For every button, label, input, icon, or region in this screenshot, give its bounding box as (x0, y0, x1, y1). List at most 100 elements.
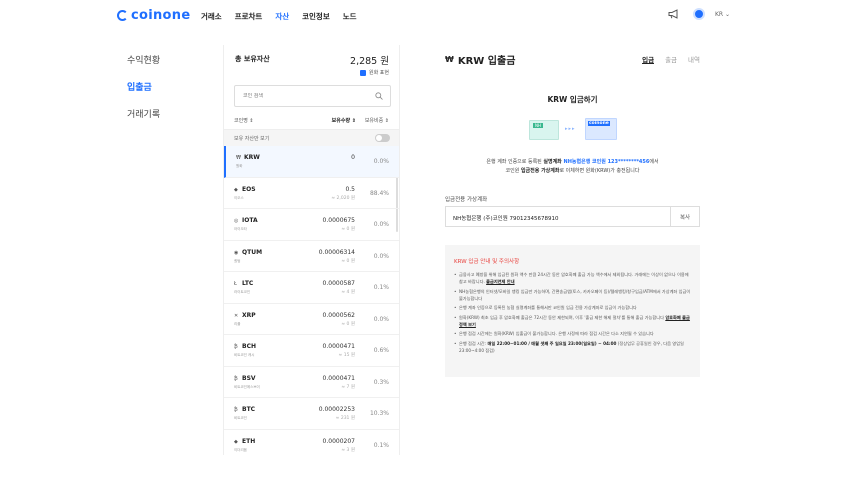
desc-text: 로 이체하면 원화(KRW)가 충전됩니다 (559, 168, 640, 174)
notice-box: KRW 입금 안내 및 주의사항 금융사고 예방을 위해 입금된 원화 액수 만… (445, 245, 700, 377)
holdings-only-toggle[interactable] (375, 134, 390, 142)
total-assets-label: 총 보유자산 (235, 55, 270, 63)
coinone-logo[interactable]: coinone (117, 8, 190, 23)
coin-search-input[interactable] (243, 93, 363, 99)
coin-balance: 0 (351, 154, 355, 161)
virtual-account-field[interactable]: NH농협은행 (주)코인원 79012345678910 (445, 206, 672, 227)
coin-balance: 0.0000207 (322, 437, 355, 445)
nav-assets[interactable]: 자산 (275, 11, 289, 22)
xrp-icon: ✕ (234, 312, 239, 319)
deposit-tabs: 입금 출금 내역 (631, 54, 700, 64)
coin-row-eos[interactable]: ◆ EOS 이오스 0.5 ≈ 2,020 원 88.4% (224, 178, 399, 209)
deposit-title: KRW 입금하기 (547, 95, 598, 104)
coin-balance: 0.0000587 (322, 280, 355, 287)
coinone-card-icon: coinone (585, 118, 617, 140)
coin-symbol: BSV (242, 374, 256, 382)
avatar[interactable] (692, 8, 705, 20)
desc-line-2: 코인원 입금전용 가상계좌로 이체하면 원화(KRW)가 충전됩니다 (445, 167, 700, 176)
coin-symbol: LTC (242, 280, 254, 287)
coin-row-ltc[interactable]: Ł LTC 라이트코인 0.0000587 ≈ 4 원 0.1% (224, 272, 399, 304)
coin-balance: 0.0000675 (322, 217, 355, 224)
coin-ratio: 0.1% (373, 441, 389, 449)
coin-row-xrp[interactable]: ✕ XRP 리플 0.0000562 ≈ 0 원 0.0% (224, 304, 399, 335)
menu-deposit-withdraw[interactable]: 입출금 (127, 80, 160, 93)
logo-text: coinone (131, 8, 191, 23)
menu-profit[interactable]: 수익현황 (127, 53, 160, 66)
menu-trade-history[interactable]: 거래기록 (127, 107, 160, 120)
sort-ratio[interactable]: 보유비중 ⇕ (365, 117, 389, 124)
coin-search (234, 85, 391, 107)
krw-conversion-checkbox[interactable]: 원화 표현 (360, 69, 389, 76)
tab-deposit[interactable]: 입금 (642, 54, 655, 64)
coin-name: 리플 (234, 321, 241, 326)
coin-symbol: BTC (242, 406, 256, 413)
coin-ratio: 0.0% (373, 158, 389, 165)
tab-history[interactable]: 내역 (688, 54, 700, 64)
coin-row-krw[interactable]: ₩ KRW 원화 0 0.0% (224, 146, 399, 178)
sort-coin-name[interactable]: 코인명 ⇕ (234, 117, 254, 124)
notice-item: 은행 계좌 인증으로 등록된 농협 실명계좌를 통해서만 코인원 입금 전용 가… (454, 304, 691, 311)
coin-krw-value: ≈ 0 원 (341, 321, 355, 327)
header-right: KR ⌄ (668, 8, 730, 20)
coin-krw-value: ≈ 0 원 (341, 258, 355, 264)
arrows-icon: ▸▸▸ (565, 126, 576, 132)
tab-withdraw[interactable]: 출금 (665, 54, 677, 64)
coin-row-bsv[interactable]: ₿ BSV 비트코인에스브이 0.0000471 ≈ 7 원 0.3% (224, 367, 399, 398)
coin-list: ₩ KRW 원화 0 0.0% ◆ EOS 이오스 0.5 ≈ 2,020 원 … (224, 146, 399, 456)
search-icon[interactable] (375, 92, 383, 100)
coin-row-btc[interactable]: ₿ BTC 비트코인 0.00002253 ≈ 231 원 10.3% (224, 398, 399, 430)
coin-ratio: 0.0% (373, 221, 389, 228)
krw-deposit-panel: ₩ KRW 입출금 입금 출금 내역 KRW 입금하기 NH ▸▸▸ coino… (445, 45, 700, 465)
transfer-illustration: NH ▸▸▸ coinone (529, 118, 619, 144)
nav-coin-info[interactable]: 코인정보 (302, 11, 330, 22)
language-selector[interactable]: KR ⌄ (715, 11, 730, 18)
coin-name: 비트코인에스브이 (234, 384, 260, 389)
nav-exchange[interactable]: 거래소 (201, 11, 222, 22)
eos-icon: ◆ (234, 186, 238, 193)
nav-node[interactable]: 노드 (343, 11, 357, 22)
coin-balance: 0.0000471 (322, 343, 355, 350)
coin-row-qtum[interactable]: ◉ QTUM 퀀텀 0.00006314 ≈ 0 원 0.0% (224, 241, 399, 272)
coin-row-bch[interactable]: ₿ BCH 비트코인 캐시 0.0000471 ≈ 15 원 0.6% (224, 335, 399, 367)
coin-krw-value: ≈ 2,020 원 (331, 195, 355, 201)
logo-icon (117, 10, 128, 21)
total-assets: 총 보유자산 2,285 원 (235, 53, 389, 67)
notice-bold: 매일 22:00~01:00 / 매월 셋째 주 일요일 23:00(일요일) … (487, 340, 617, 346)
notice-item: 은행 점검 시간: 매일 22:00~01:00 / 매월 셋째 주 일요일 2… (454, 340, 691, 354)
desc-text: 코인원 (505, 168, 521, 174)
sort-balance[interactable]: 보유수량 ⇕ (332, 117, 356, 124)
main-nav: 거래소 프로차트 자산 코인정보 노드 (201, 11, 370, 22)
bsv-icon: ₿ (234, 375, 238, 382)
coin-balance: 0.0000562 (322, 311, 355, 319)
side-menu: 수익현황 입출금 거래기록 (127, 53, 160, 134)
coin-ratio: 10.3% (369, 410, 389, 417)
virtual-account-label: 입금전용 가상계좌 (445, 197, 488, 203)
krw-icon: ₩ (236, 155, 241, 161)
coin-krw-value: ≈ 15 원 (338, 353, 356, 358)
checkbox-checked-icon (360, 69, 366, 76)
notice-item: 금융사고 예방을 위해 입금된 원화 액수 만큼 24시간 동안 암호화폐 출금… (454, 271, 691, 285)
coin-balance: 0.00006314 (318, 248, 355, 256)
panel-title-text: KRW 입출금 (457, 56, 516, 67)
megaphone-icon[interactable] (668, 9, 680, 19)
copy-button[interactable]: 복사 (670, 206, 700, 227)
coin-row-eth[interactable]: ◆ ETH 이더리움 0.0000207 ≈ 3 원 0.1% (224, 430, 399, 456)
withdraw-delay-link[interactable]: 출금지연제 안내 (486, 279, 514, 284)
deposit-description: 은행 계좌 인증으로 등록된 실명계좌 NH농협은행 코인원 123******… (445, 158, 700, 176)
virtual-account-value: NH농협은행 (주)코인원 79012345678910 (453, 216, 559, 222)
coin-krw-value: ≈ 7 원 (341, 384, 355, 390)
eth-icon: ◆ (234, 438, 238, 445)
desc-text: 은행 계좌 인증으로 등록된 (486, 159, 544, 165)
holdings-only-row: 보유 자산만 보기 (224, 129, 399, 146)
holdings-only-label: 보유 자산만 보기 (234, 136, 270, 142)
desc-bold: 입금전용 가상계좌 (520, 168, 560, 174)
nav-prochart[interactable]: 프로차트 (235, 11, 263, 22)
coin-name: 원화 (236, 164, 243, 168)
notice-title: KRW 입금 안내 및 주의사항 (454, 259, 520, 265)
coin-symbol: QTUM (242, 248, 263, 256)
coin-row-iota[interactable]: ◎ IOTA 아이오타 0.0000675 ≈ 0 원 0.0% (224, 209, 399, 241)
coin-ratio: 88.4% (369, 189, 389, 197)
coin-name: 라이트코인 (234, 290, 251, 294)
desc-text: 에서 (649, 159, 659, 165)
notice-item: 원화(KRW) 최초 입금 후 암호화폐 출금은 72시간 동안 제한되며, 이… (454, 314, 691, 328)
